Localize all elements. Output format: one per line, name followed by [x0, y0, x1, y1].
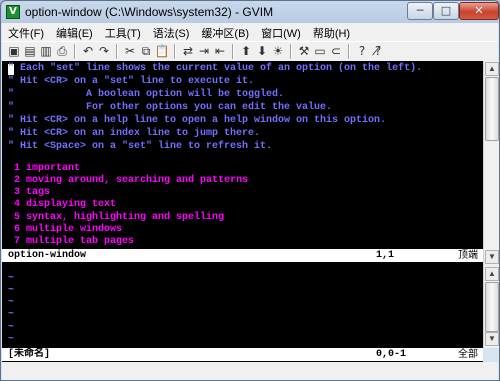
index-line[interactable]: 1 important — [8, 163, 80, 175]
save-all-icon[interactable]: ▥ — [38, 44, 54, 59]
comment-line: " Hit <Space> on a "set" line to refresh… — [8, 141, 273, 152]
index-title: syntax, highlighting and spelling — [26, 212, 225, 223]
find-help-icon[interactable]: ?̸ — [370, 44, 386, 59]
toolbar: ▣ ▤ ▥ ⎙ ↶ ↷ ✂ ⧉ 📋 ⇄ ⇥ ⇤ ⬆ ⬇ ☀ ⚒ ▭ ⊂ ? ?̸ — [2, 41, 498, 62]
scroll-down-arrow-icon[interactable]: ▼ — [485, 250, 499, 264]
index-line[interactable]: 3 tags — [8, 187, 50, 199]
comment-line: " Hit <CR> on a help line to open a help… — [8, 115, 387, 126]
toolbar-separator — [74, 44, 76, 59]
editor-area[interactable]: " Each "set" line shows the current valu… — [2, 61, 483, 362]
comment-line: " Each "set" line shows the current valu… — [8, 63, 423, 74]
comment-line: " A boolean option will be toggled. — [8, 89, 285, 100]
cut-icon[interactable]: ✂ — [122, 44, 138, 59]
toolbar-separator — [174, 44, 176, 59]
index-number: 4 — [8, 199, 21, 210]
undo-icon[interactable]: ↶ — [80, 44, 96, 59]
index-title: tags — [26, 187, 51, 198]
menu-help[interactable]: 帮助(H) — [307, 23, 356, 41]
toolbar-separator — [290, 44, 292, 59]
help-icon[interactable]: ? — [354, 44, 370, 59]
scrollbar-bottom-window[interactable]: ▲ ▼ — [483, 266, 499, 348]
scroll-down-arrow-icon[interactable]: ▼ — [485, 332, 499, 346]
command-line-area[interactable] — [2, 362, 498, 380]
close-button[interactable]: ✕ — [459, 2, 499, 20]
index-number: 6 — [8, 224, 21, 235]
cursor-position: 0,0-1 — [376, 349, 407, 360]
menu-bar: 文件(F) 编辑(E) 工具(T) 语法(S) 缓冲区(B) 窗口(W) 帮助(H) — [2, 23, 498, 41]
empty-line-tilde: ~ — [8, 309, 15, 320]
find-prev-icon[interactable]: ⇤ — [212, 44, 228, 59]
index-line[interactable]: 4 displaying text — [8, 199, 116, 211]
window-title: option-window (C:\Windows\system32) - GV… — [25, 5, 274, 19]
make-icon[interactable]: ⚒ — [296, 44, 312, 59]
empty-line-tilde: ~ — [8, 285, 15, 296]
comment-line: " For other options you can edit the val… — [8, 102, 333, 113]
find-next-icon[interactable]: ⇥ — [196, 44, 212, 59]
toolbar-separator — [348, 44, 350, 59]
index-number: 5 — [8, 212, 21, 223]
ctags-icon[interactable]: ⊂ — [328, 44, 344, 59]
comment-line: " Hit <CR> on a "set" line to execute it… — [8, 76, 255, 87]
empty-line-tilde: ~ — [8, 273, 15, 284]
index-title: multiple tab pages — [26, 236, 135, 247]
replace-icon[interactable]: ⇄ — [180, 44, 196, 59]
index-number: 3 — [8, 187, 21, 198]
save-session-icon[interactable]: ⬇ — [254, 44, 270, 59]
toolbar-separator — [232, 44, 234, 59]
buffer-name: [未命名] — [8, 349, 51, 360]
index-line[interactable]: 7 multiple tab pages — [8, 236, 134, 248]
open-icon[interactable]: ▣ — [6, 44, 22, 59]
index-line[interactable]: 2 moving around, searching and patterns — [8, 175, 248, 187]
load-session-icon[interactable]: ⬆ — [238, 44, 254, 59]
index-title: displaying text — [26, 199, 117, 210]
run-script-icon[interactable]: ☀ — [270, 44, 286, 59]
index-line[interactable]: 6 multiple windows — [8, 224, 122, 236]
index-title: moving around, searching and patterns — [26, 175, 249, 186]
scroll-up-arrow-icon[interactable]: ▲ — [485, 267, 499, 281]
scroll-percent: 顶端 — [458, 250, 478, 261]
menu-file[interactable]: 文件(F) — [2, 23, 50, 41]
paste-icon[interactable]: 📋 — [154, 44, 170, 59]
menu-edit[interactable]: 编辑(E) — [50, 23, 99, 41]
index-line[interactable]: 5 syntax, highlighting and spelling — [8, 212, 224, 224]
shell-icon[interactable]: ▭ — [312, 44, 328, 59]
scroll-up-arrow-icon[interactable]: ▲ — [485, 62, 499, 76]
index-title: multiple windows — [26, 224, 123, 235]
title-bar[interactable]: V option-window (C:\Windows\system32) - … — [1, 1, 499, 23]
minimize-button[interactable]: ─ — [407, 2, 433, 20]
index-number: 7 — [8, 236, 21, 247]
comment-line: " Hit <CR> on an index line to jump ther… — [8, 128, 261, 139]
menu-window[interactable]: 窗口(W) — [255, 23, 307, 41]
index-number: 2 — [8, 175, 21, 186]
menu-buffers[interactable]: 缓冲区(B) — [195, 23, 255, 41]
gvim-app-icon: V — [6, 5, 20, 19]
save-icon[interactable]: ▤ — [22, 44, 38, 59]
scrollbar-thumb[interactable] — [485, 77, 499, 141]
print-icon[interactable]: ⎙ — [54, 44, 70, 59]
menu-syntax[interactable]: 语法(S) — [147, 23, 196, 41]
index-title: important — [26, 163, 81, 174]
maximize-button[interactable]: □ — [433, 2, 459, 20]
copy-icon[interactable]: ⧉ — [138, 44, 154, 59]
status-line-top: option-window 1,1 顶端 — [2, 249, 483, 262]
scroll-percent: 全部 — [458, 349, 478, 360]
scrollbar-top-window[interactable]: ▲ ▼ — [483, 61, 499, 266]
redo-icon[interactable]: ↷ — [96, 44, 112, 59]
menu-tools[interactable]: 工具(T) — [99, 23, 147, 41]
empty-line-tilde: ~ — [8, 297, 15, 308]
scrollbar-thumb[interactable] — [485, 282, 499, 332]
gvim-window: V option-window (C:\Windows\system32) - … — [0, 0, 500, 381]
status-line-bottom: [未命名] 0,0-1 全部 — [2, 348, 483, 361]
cursor-position: 1,1 — [376, 250, 395, 261]
empty-line-tilde: ~ — [8, 334, 15, 345]
toolbar-separator — [116, 44, 118, 59]
index-number: 1 — [8, 163, 21, 174]
empty-line-tilde: ~ — [8, 322, 15, 333]
buffer-name: option-window — [8, 250, 87, 261]
